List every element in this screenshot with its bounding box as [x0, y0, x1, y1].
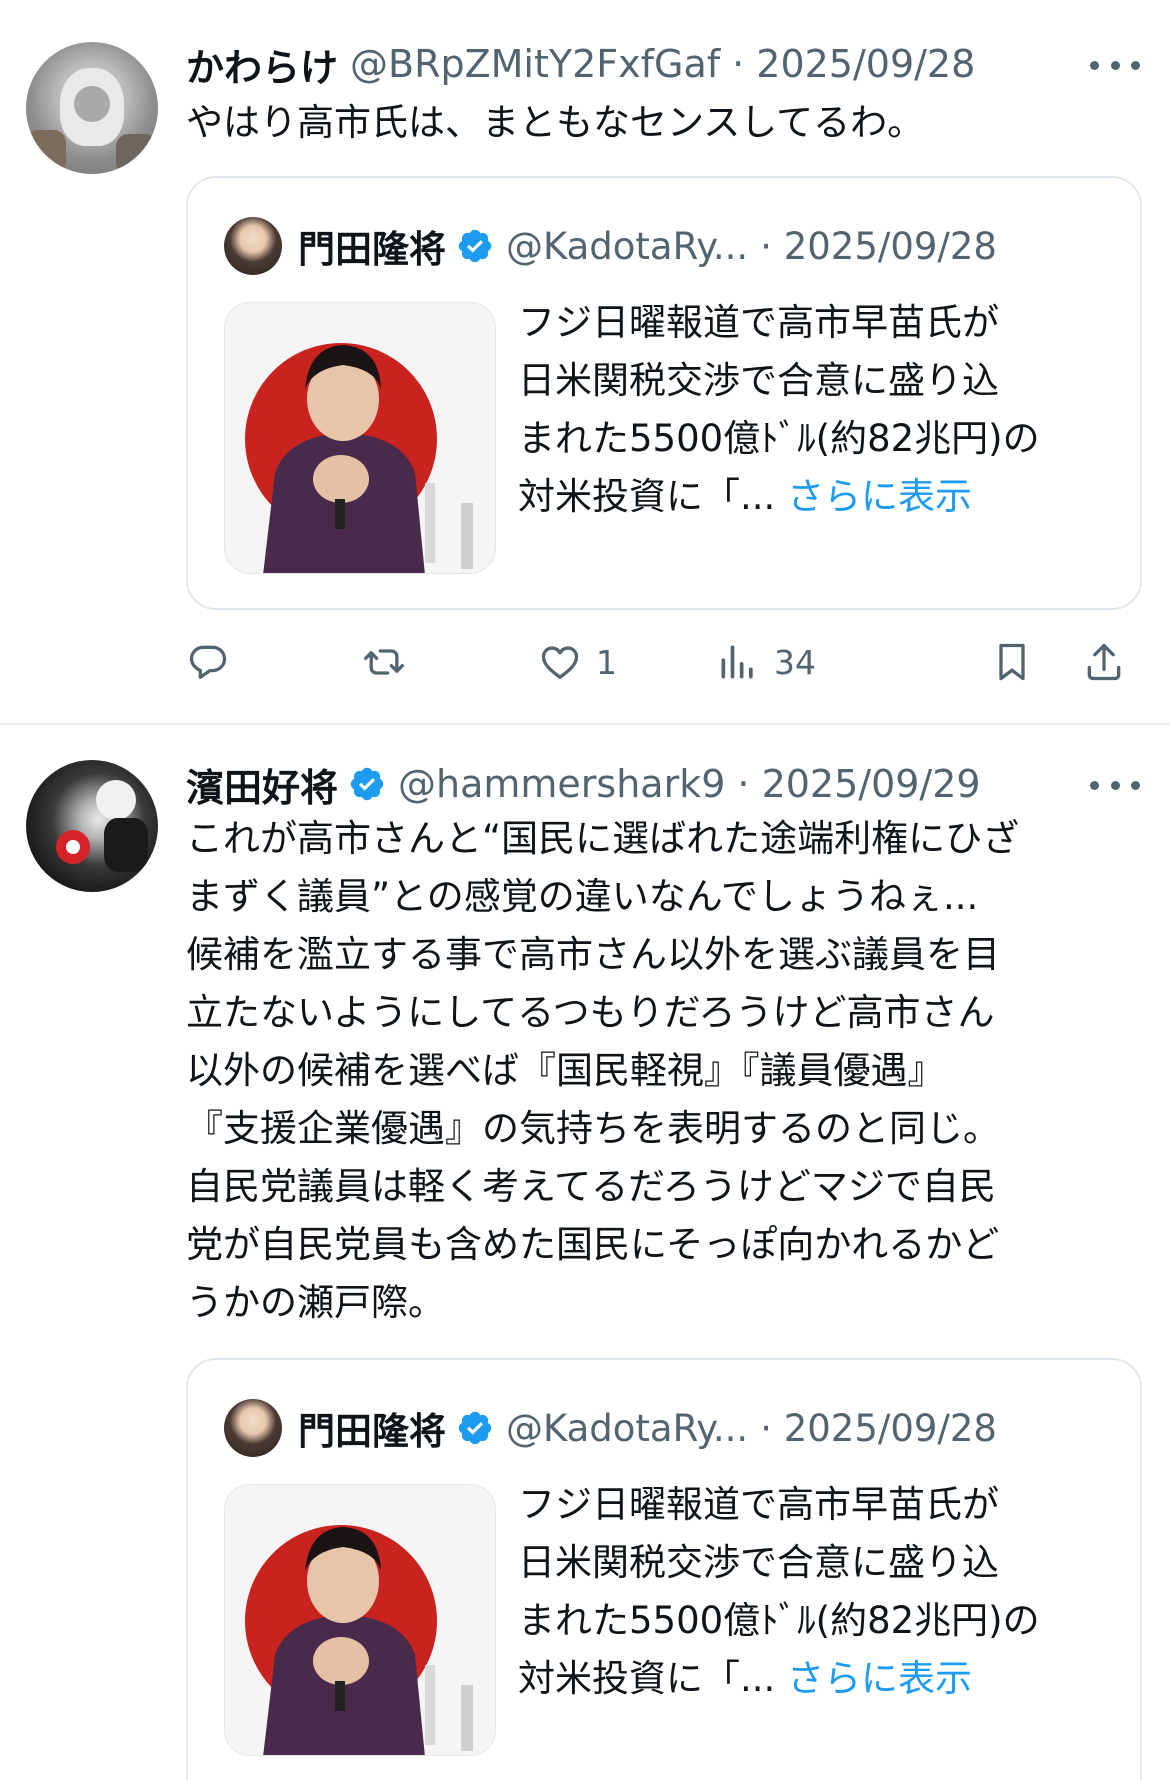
like-icon [541, 646, 579, 679]
verified-badge-icon [350, 767, 384, 801]
quote-image[interactable] [224, 1484, 496, 1756]
avatar[interactable] [26, 42, 158, 174]
share-icon [1087, 643, 1121, 681]
bookmark-button[interactable] [990, 632, 1034, 692]
author-name[interactable]: 濱田好将 [186, 757, 338, 812]
views-button[interactable]: 34 [716, 632, 816, 692]
share-button[interactable] [1082, 632, 1126, 692]
views-icon [721, 645, 753, 679]
tweet-text: やはり高市氏は、まともなセンスしてるわ。 [186, 101, 925, 144]
quote-date: · 2025/09/28 [760, 224, 997, 268]
quoted-tweet[interactable]: 門田隆将 @KadotaRy... · 2025/09/28 フジ日曜報道で高市… [186, 176, 1142, 610]
tweet-header: 濱田好将 @hammershark9 · 2025/09/29 [186, 754, 1110, 814]
quote-author-name: 門田隆将 [298, 1410, 446, 1453]
tweet-text: これが高市さんと“国民に選ばれた途端利権にひざ まずく議員”との感覚の違いなんで… [186, 817, 1020, 1324]
retweet-button[interactable] [362, 632, 406, 692]
verified-badge-icon [458, 1411, 492, 1445]
bookmark-icon [999, 643, 1025, 681]
quote-text: フジ日曜報道で高市早苗氏が 日米関税交渉で合意に盛り込 まれた5500億ﾄﾞﾙ(… [518, 294, 1128, 526]
tweet-header: かわらけ @BRpZMitY2FxfGaf · 2025/09/28 [186, 34, 1110, 94]
quote-header: 門田隆将 @KadotaRy... · 2025/09/28 [224, 1396, 1116, 1460]
author-name[interactable]: かわらけ [186, 37, 338, 92]
quote-image[interactable] [224, 302, 496, 574]
quote-author-name: 門田隆将 [298, 228, 446, 271]
author-handle[interactable]: @hammershark9 [398, 762, 725, 806]
quote-author-handle: @KadotaRy... [506, 1406, 749, 1450]
show-more-link[interactable]: さらに表示 [787, 475, 972, 518]
quote-author-handle: @KadotaRy... [506, 224, 749, 268]
quoted-tweet[interactable]: 門田隆将 @KadotaRy... · 2025/09/28 フジ日曜報道で高市… [186, 1358, 1142, 1780]
tweet-date[interactable]: · 2025/09/28 [732, 42, 975, 86]
like-button[interactable]: 1 [538, 632, 617, 692]
view-count: 34 [774, 642, 816, 682]
tweet-actions: 1 34 [186, 632, 1146, 692]
quote-avatar [224, 1399, 282, 1457]
quote-avatar [224, 217, 282, 275]
quote-date: · 2025/09/28 [760, 1406, 997, 1450]
like-count: 1 [596, 642, 617, 682]
quote-header: 門田隆将 @KadotaRy... · 2025/09/28 [224, 214, 1116, 278]
tweet[interactable]: かわらけ @BRpZMitY2FxfGaf · 2025/09/28 やはり高市… [0, 0, 1170, 724]
tweet-date[interactable]: · 2025/09/29 [737, 762, 980, 806]
retweet-icon [364, 649, 404, 675]
reply-button[interactable] [186, 632, 230, 692]
verified-badge-icon [458, 229, 492, 263]
reply-icon [189, 645, 227, 679]
show-more-link[interactable]: さらに表示 [787, 1657, 972, 1700]
author-handle[interactable]: @BRpZMitY2FxfGaf [350, 42, 720, 86]
quote-text: フジ日曜報道で高市早苗氏が 日米関税交渉で合意に盛り込 まれた5500億ﾄﾞﾙ(… [518, 1476, 1128, 1708]
avatar[interactable] [26, 760, 158, 892]
tweet-divider [0, 723, 1170, 725]
more-icon[interactable] [1090, 50, 1140, 80]
tweet[interactable]: 濱田好将 @hammershark9 · 2025/09/29 これが高市さんと… [0, 726, 1170, 1780]
more-icon[interactable] [1090, 770, 1140, 800]
